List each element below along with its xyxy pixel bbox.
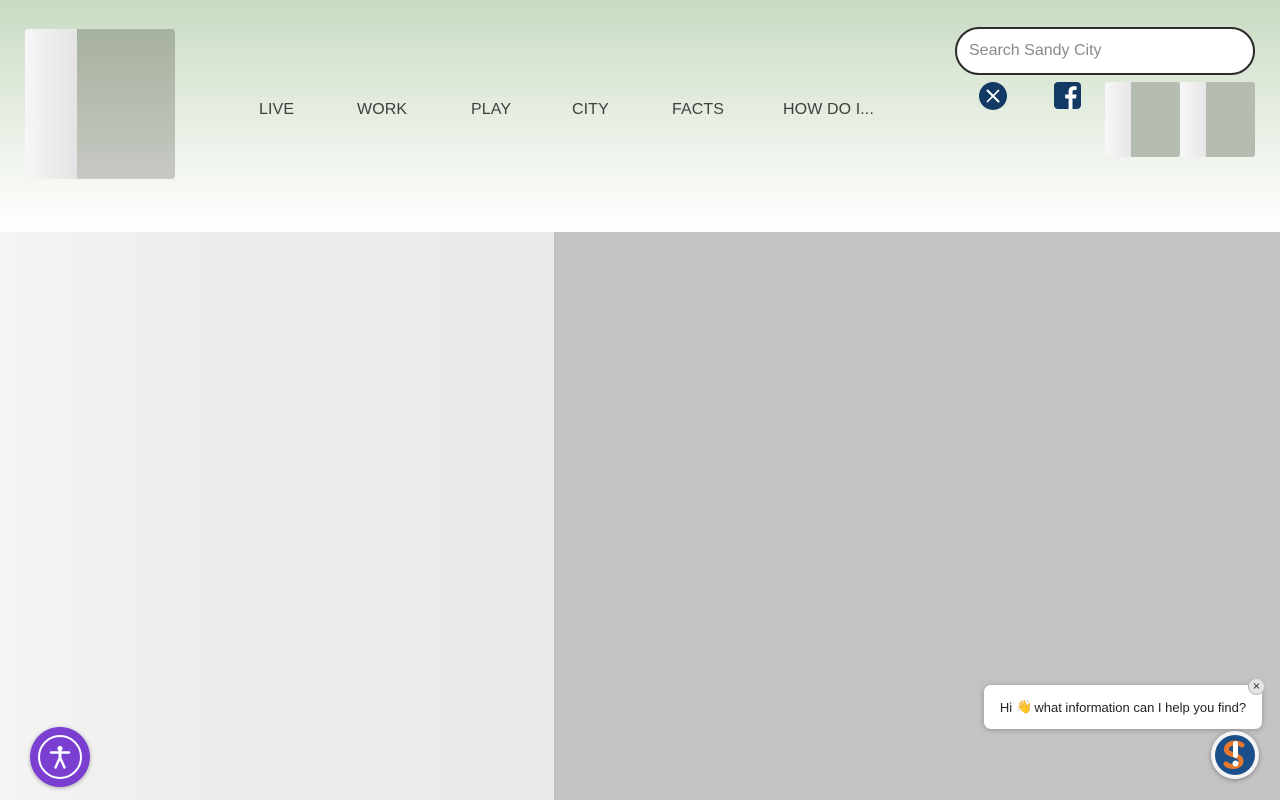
nav-item-work[interactable]: WORK — [357, 101, 407, 119]
x-twitter-icon[interactable] — [979, 82, 1007, 110]
thumbnail-1-left — [1105, 82, 1131, 157]
thumbnail-1-right — [1131, 82, 1180, 157]
hero-image-left — [0, 232, 554, 800]
chat-greeting-bubble[interactable]: Hi 👋 what information can I help you fin… — [984, 685, 1262, 729]
thumbnail-2-left — [1180, 82, 1206, 157]
chatbot-logo-icon — [1215, 735, 1255, 775]
chatbot-launcher[interactable] — [1211, 731, 1259, 779]
nav-item-play[interactable]: PLAY — [471, 101, 511, 119]
search-input[interactable] — [957, 29, 1239, 73]
waving-hand-emoji: 👋 — [1016, 699, 1033, 714]
nav-item-live[interactable]: LIVE — [259, 101, 294, 119]
chat-greeting-hi: Hi — [999, 699, 1013, 715]
nav-item-city[interactable]: CITY — [572, 101, 609, 119]
nav-item-facts[interactable]: FACTS — [672, 101, 724, 119]
logo-image-right — [77, 29, 175, 179]
accessibility-icon — [38, 735, 82, 779]
chat-greeting-text: what information can I help you find? — [1034, 699, 1247, 715]
chat-close-button[interactable]: × — [1248, 678, 1265, 695]
facebook-icon[interactable] — [1054, 82, 1081, 109]
nav-item-how-do-i[interactable]: HOW DO I... — [783, 101, 874, 119]
thumbnail-2-right — [1206, 82, 1255, 157]
header-thumbnail-1[interactable] — [1105, 82, 1180, 157]
logo-image-left — [25, 29, 77, 179]
site-header: LIVE WORK PLAY CITY FACTS HOW DO I... — [0, 0, 1280, 232]
accessibility-button[interactable] — [30, 727, 90, 787]
header-thumbnail-2[interactable] — [1180, 82, 1255, 157]
search-box — [955, 27, 1255, 75]
site-logo[interactable] — [25, 29, 175, 179]
